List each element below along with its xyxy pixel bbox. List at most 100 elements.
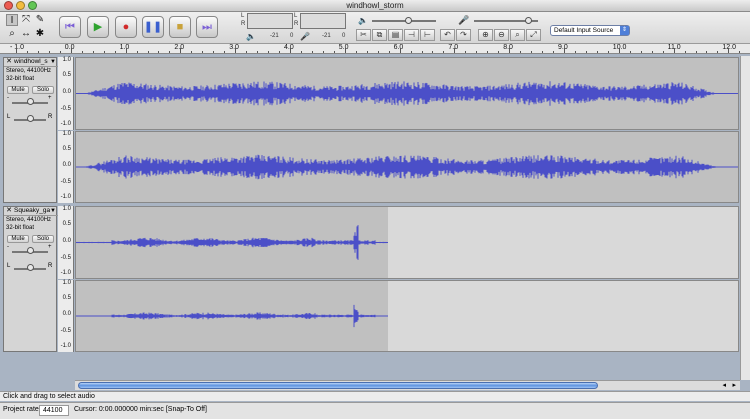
ruler-tick — [279, 51, 281, 53]
timeline-ruler[interactable]: - 1.00.01.02.03.04.05.06.07.08.09.010.01… — [0, 44, 750, 54]
play-button[interactable]: ▶ — [87, 16, 109, 38]
mute-button[interactable]: Mute — [7, 235, 29, 243]
horizontal-scrollbar[interactable]: ◂ ▸ — [75, 380, 740, 390]
ruler-tick — [246, 51, 248, 53]
pause-button[interactable]: ❚❚ — [142, 16, 164, 38]
ruler-tick — [465, 51, 467, 53]
play-meter[interactable] — [247, 13, 293, 29]
pan-knob[interactable] — [27, 115, 34, 122]
input-volume-knob[interactable] — [525, 17, 532, 24]
zoom-in-button[interactable]: ⊕ — [478, 29, 493, 41]
skip-start-button[interactable]: ⏮ — [59, 16, 81, 38]
ruler-tick — [290, 48, 291, 53]
zoom-tool-icon[interactable]: ⌕ — [6, 28, 18, 40]
project-rate-field[interactable]: 44100 — [39, 405, 69, 416]
ruler-tick — [629, 51, 631, 53]
zoom-out-button[interactable]: ⊖ — [494, 29, 509, 41]
ruler-tick — [542, 51, 544, 53]
silence-button[interactable]: ⊢ — [420, 29, 435, 41]
track-format-info: 32-bit float — [6, 76, 35, 82]
horizontal-scroll-thumb[interactable] — [78, 382, 598, 389]
pan-knob[interactable] — [27, 264, 34, 271]
mute-button[interactable]: Mute — [7, 86, 29, 94]
record-meter[interactable] — [300, 13, 346, 29]
title-bar: windhowl_storm — [0, 0, 750, 12]
ruler-tick — [662, 51, 664, 53]
cursor-position: Cursor: 0:00.000000 min:sec [Snap-To Off… — [74, 406, 207, 413]
close-icon[interactable]: ✕ — [5, 58, 13, 66]
undo-button[interactable]: ↶ — [440, 29, 455, 41]
envelope-tool-icon[interactable]: ⤧ — [20, 14, 32, 26]
meter-right-label: R — [241, 21, 246, 27]
chevron-down-icon[interactable]: ▼ — [50, 207, 56, 215]
waveform-channel-right[interactable] — [75, 280, 739, 352]
ruler-tick — [509, 48, 511, 53]
cut-button[interactable]: ✂ — [356, 29, 371, 41]
paste-button[interactable]: ▤ — [388, 29, 403, 41]
ruler-tick — [684, 51, 686, 53]
draw-tool-icon[interactable]: ✎ — [34, 14, 46, 26]
record-meter-zero: 0 — [342, 33, 346, 39]
close-icon[interactable]: ✕ — [5, 207, 13, 215]
zoom-sel-button[interactable]: ⌕ — [510, 29, 525, 41]
ruler-tick — [311, 51, 313, 53]
waveform-graphic — [76, 154, 738, 180]
zoom-fit-button[interactable]: ⤢ — [526, 29, 541, 41]
output-volume-slider[interactable] — [372, 20, 436, 22]
input-source-value: Default Input Source — [554, 27, 614, 34]
track-name-bar[interactable]: ✕ windhowl_s ▼ — [4, 58, 58, 67]
scale-label: 1.0 — [62, 131, 71, 137]
ruler-tick — [476, 51, 478, 53]
scale-label: 1.0 — [62, 280, 71, 286]
track-name-bar[interactable]: ✕ Squeaky_ga ▼ — [4, 207, 58, 216]
project-rate-label: Project rate: — [3, 406, 41, 413]
gain-minus-label: - — [7, 95, 9, 101]
input-source-select[interactable]: Default Input Source ⇕ — [550, 25, 630, 36]
ruler-label: 5.0 — [338, 44, 349, 51]
selection-tool-icon[interactable]: I — [6, 14, 18, 26]
copy-button[interactable]: ⧉ — [372, 29, 387, 41]
waveform-channel-left[interactable] — [75, 206, 739, 279]
ruler-label: 1.0 — [119, 44, 130, 51]
redo-button[interactable]: ↷ — [456, 29, 471, 41]
gain-knob[interactable] — [27, 98, 34, 105]
waveform-graphic — [76, 81, 738, 106]
scale-label: -0.5 — [60, 179, 71, 185]
waveform-channel-left[interactable] — [75, 57, 739, 130]
ruler-tick — [421, 51, 423, 53]
ruler-tick — [191, 51, 193, 53]
gain-knob[interactable] — [27, 247, 34, 254]
ruler-tick — [147, 51, 149, 53]
track-1-left-scale: 1.0 0.5 0.0 -0.5 -1.0 — [58, 57, 74, 130]
ruler-tick — [158, 51, 160, 53]
stop-button[interactable]: ■ — [169, 16, 191, 38]
skip-end-button[interactable]: ⏭ — [196, 16, 218, 38]
waveform-channel-right[interactable] — [75, 131, 739, 203]
rec-meter-right-label: R — [294, 21, 299, 27]
scroll-left-arrow-icon[interactable]: ◂ — [722, 381, 726, 389]
ruler-tick — [443, 51, 445, 53]
record-button[interactable]: ● — [115, 16, 137, 38]
vertical-scrollbar[interactable] — [740, 56, 750, 380]
ruler-label: 6.0 — [393, 44, 404, 51]
scale-label: 0.0 — [62, 162, 71, 168]
scale-label: -0.5 — [60, 255, 71, 261]
trim-button[interactable]: ⊣ — [404, 29, 419, 41]
status-hint: Click and drag to select audio — [3, 393, 95, 400]
ruler-tick — [498, 51, 500, 53]
ruler-tick — [268, 51, 270, 53]
multi-tool-icon[interactable]: ✱ — [34, 28, 46, 40]
ruler-tick — [717, 51, 719, 53]
waveform-graphic — [76, 281, 738, 351]
ruler-tick — [202, 51, 204, 53]
solo-button[interactable]: Solo — [32, 235, 54, 243]
output-volume-knob[interactable] — [405, 17, 412, 24]
timeshift-tool-icon[interactable]: ↔ — [20, 28, 32, 40]
ruler-tick — [257, 51, 259, 53]
solo-button[interactable]: Solo — [32, 86, 54, 94]
chevron-down-icon[interactable]: ▼ — [50, 58, 56, 66]
scroll-right-arrow-icon[interactable]: ▸ — [732, 381, 736, 389]
track-1-right-scale: 1.0 0.5 0.0 -0.5 -1.0 — [58, 131, 74, 203]
ruler-tick — [59, 51, 61, 53]
ruler-tick — [136, 51, 138, 53]
